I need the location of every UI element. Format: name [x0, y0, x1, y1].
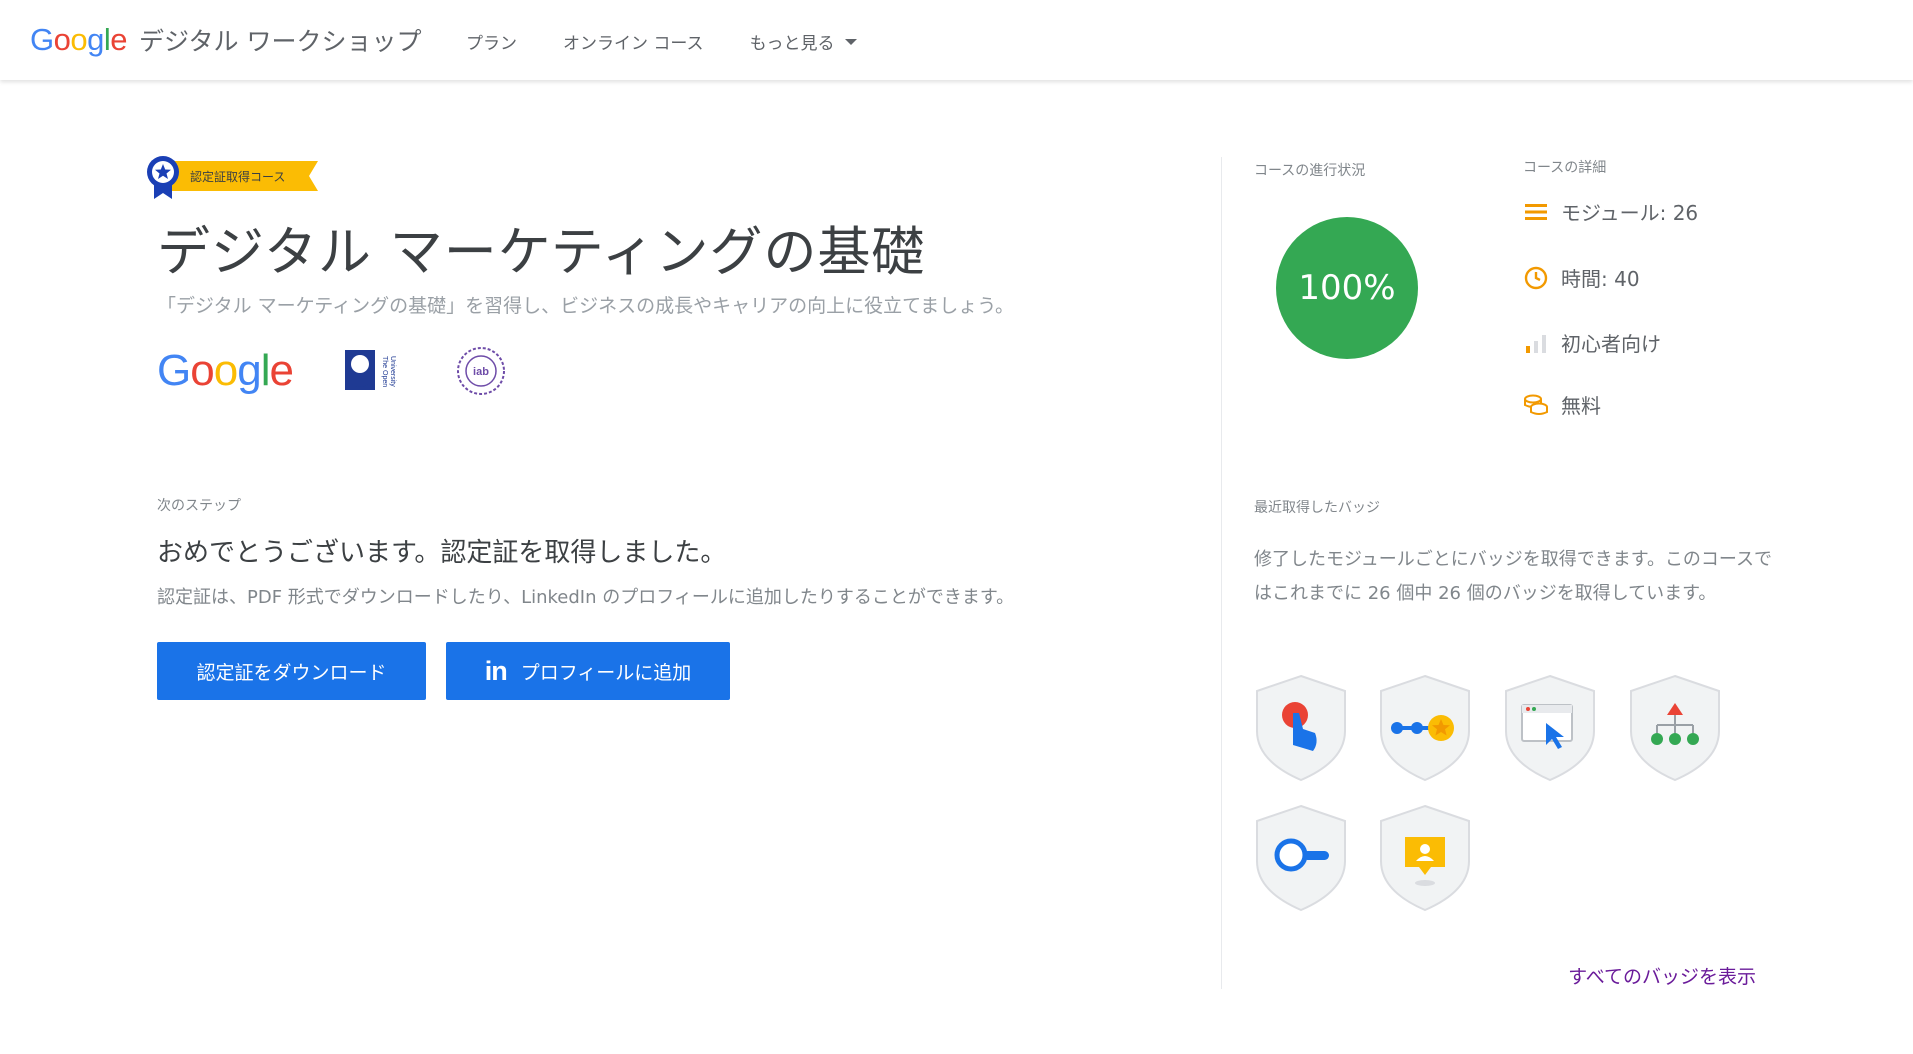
certificate-tag-label: 認定証取得コース: [190, 169, 286, 184]
add-to-linkedin-button[interactable]: in プロフィールに追加: [446, 642, 730, 700]
nav-more[interactable]: もっと見る: [750, 29, 857, 54]
progress-value: 100%: [1298, 268, 1396, 308]
main-nav: プラン オンライン コース もっと見る: [466, 29, 903, 54]
nav-plans[interactable]: プラン: [466, 29, 517, 54]
tap-badge-icon[interactable]: [1253, 673, 1349, 783]
detail-modules: モジュール: 26: [1523, 197, 1698, 226]
partner-logos: Google The Open University iab: [157, 345, 507, 397]
recent-badges-label: 最近取得したバッジ: [1254, 500, 1380, 516]
course-details-label: コースの詳細: [1523, 160, 1607, 176]
signal-bars-icon: [1523, 330, 1549, 356]
browser-cursor-badge-icon[interactable]: [1502, 673, 1598, 783]
google-logo: Google: [30, 22, 128, 57]
search-badge-icon[interactable]: [1253, 803, 1349, 913]
badges-description: 修了したモジュールごとにバッジを取得できます。このコースではこれまでに 26 個…: [1254, 549, 1773, 604]
profile-pin-badge-icon[interactable]: [1377, 803, 1473, 913]
linkedin-icon: in: [484, 655, 508, 686]
svg-text:iab: iab: [473, 366, 489, 378]
next-steps-label: 次のステップ: [157, 498, 241, 514]
detail-price: 無料: [1523, 390, 1601, 419]
medal-icon: [147, 156, 179, 199]
svg-text:University: University: [389, 356, 396, 387]
path-star-badge-icon[interactable]: [1377, 673, 1473, 783]
detail-hours-text: 時間: 40: [1561, 267, 1640, 291]
download-certificate-button[interactable]: 認定証をダウンロード: [157, 642, 426, 700]
congratulations-heading: おめでとうございます。認定証を取得しました。: [157, 538, 727, 568]
column-divider: [1221, 157, 1222, 989]
detail-price-text: 無料: [1561, 394, 1601, 418]
nav-more-label: もっと見る: [749, 34, 835, 54]
open-university-logo: The Open University: [344, 350, 396, 390]
list-icon: [1523, 199, 1549, 225]
course-title: デジタル マーケティングの基礎: [157, 222, 926, 283]
site-brand[interactable]: Google デジタル ワークショップ: [30, 22, 421, 58]
chevron-down-icon: [844, 38, 857, 45]
hierarchy-badge-icon[interactable]: [1627, 673, 1723, 783]
add-to-linkedin-label: プロフィールに追加: [520, 661, 692, 684]
site-name: デジタル ワークショップ: [139, 27, 422, 56]
detail-modules-text: モジュール: 26: [1561, 201, 1699, 225]
course-subtitle: 「デジタル マーケティングの基礎」を習得し、ビジネスの成長やキャリアの向上に役立…: [157, 295, 1015, 317]
nav-online-courses[interactable]: オンライン コース: [563, 29, 704, 54]
certificate-tag: 認定証取得コース: [168, 161, 318, 191]
see-all-badges-link[interactable]: すべてのバッジを表示: [1568, 962, 1756, 989]
svg-text:The Open: The Open: [381, 356, 388, 387]
detail-hours: 時間: 40: [1523, 263, 1640, 292]
detail-level: 初心者向け: [1523, 328, 1661, 357]
certificate-description: 認定証は、PDF 形式でダウンロードしたり、LinkedIn のプロフィールに追…: [157, 587, 1015, 608]
iab-logo: iab: [456, 347, 505, 395]
progress-circle: 100%: [1276, 217, 1418, 359]
progress-label: コースの進行状況: [1254, 163, 1366, 179]
google-partner-logo: Google: [157, 346, 294, 395]
detail-level-text: 初心者向け: [1561, 332, 1661, 356]
download-certificate-label: 認定証をダウンロード: [196, 661, 387, 684]
clock-icon: [1523, 265, 1549, 291]
top-navigation-bar: Google デジタル ワークショップ プラン オンライン コース もっと見る: [0, 0, 1913, 80]
coins-icon: [1523, 392, 1549, 418]
